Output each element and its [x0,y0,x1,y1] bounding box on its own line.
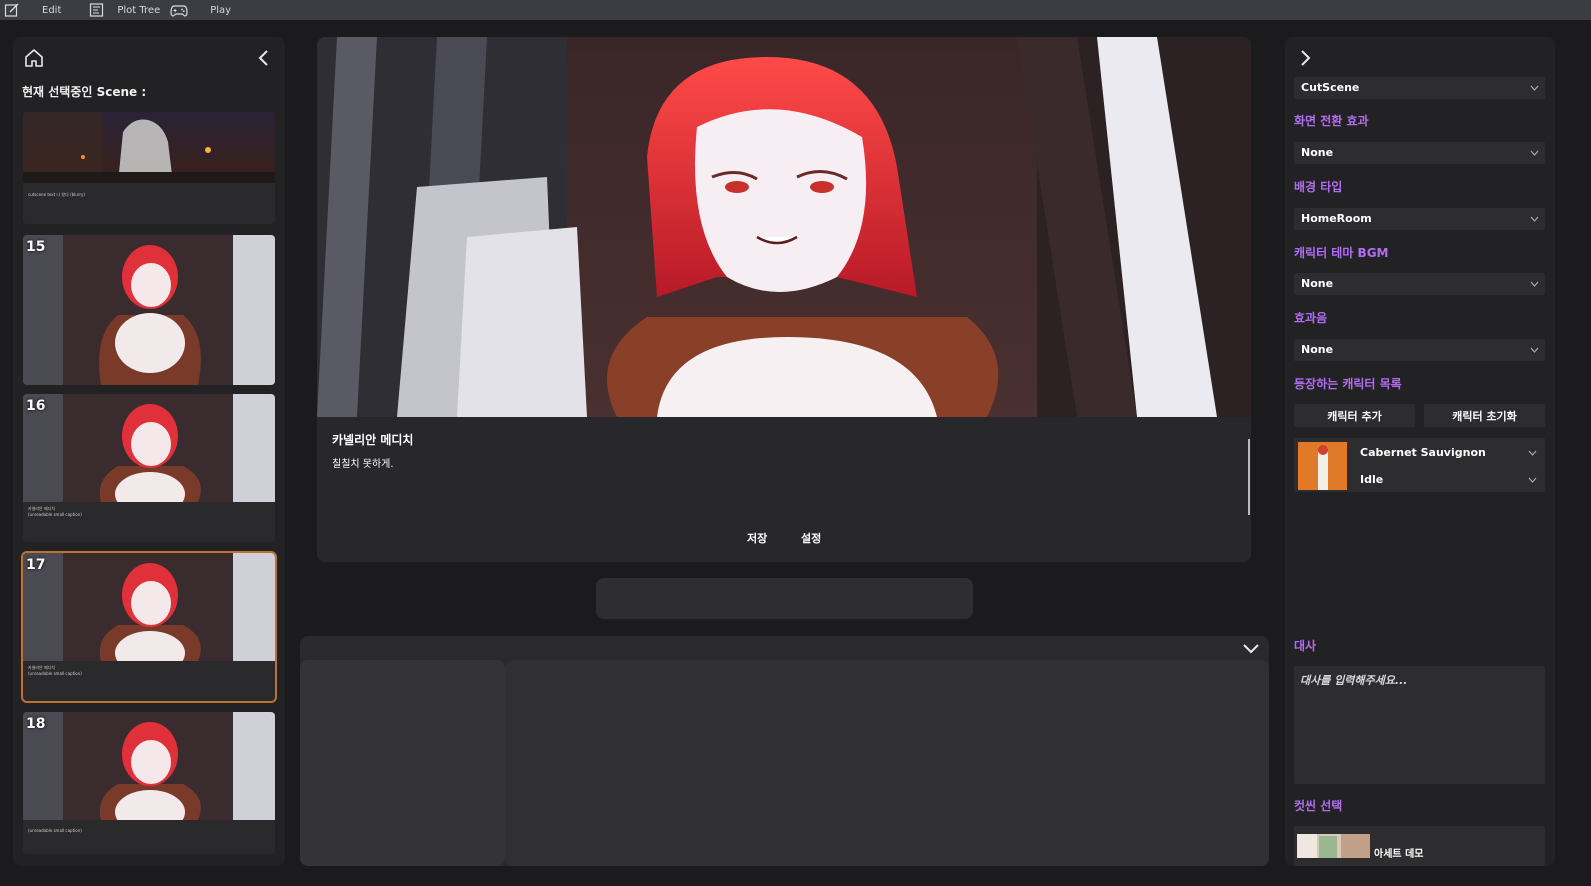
bgm-label: 캐릭터 테마 BGM [1294,246,1389,260]
menu-plot-tree[interactable]: Plot Tree [85,0,160,20]
scene-thumbnail [23,394,275,502]
menu-plot-tree-label: Plot Tree [117,4,161,16]
transition-value: None [1301,146,1334,159]
chevron-down-icon[interactable] [1528,450,1537,456]
scene-caption: 카넬리안 메디치 (unreadable small caption) [28,665,82,676]
scene-thumbnail [23,712,275,820]
gamepad-icon [170,5,188,17]
home-icon[interactable] [23,47,45,69]
scene-preview-image [317,37,1251,417]
background-type-value: HomeRoom [1301,212,1372,225]
collapse-left-panel-icon[interactable] [255,47,273,69]
cutscene-name: 아세트 데모 [1374,849,1424,860]
scene-caption: cutscene text 나 왔다 (blurry) [28,192,85,197]
bottom-panel-content[interactable] [505,660,1269,866]
dialog-box: 카넬리안 메디치 칠칠치 못하게. 저장 설정 [317,417,1251,562]
menu-play[interactable]: Play [166,0,231,20]
save-button[interactable]: 저장 [747,530,767,546]
scene-card[interactable]: cutscene text 나 왔다 (blurry) [23,112,275,224]
dialog-line: 칠칠치 못하게. [332,459,394,470]
chevron-down-icon [1530,281,1539,287]
dialog-textarea[interactable] [1294,666,1545,784]
cutscene-selector[interactable]: 아세트 데모 [1294,826,1545,866]
character-item[interactable]: Cabernet Sauvignon Idle [1294,438,1545,492]
sfx-label: 효과음 [1294,311,1328,325]
scene-thumbnail [23,235,275,385]
scene-number: 18 [26,716,46,732]
background-type-label: 배경 타입 [1294,180,1343,194]
scene-thumbnail [23,112,275,183]
scene-thumbnail [23,553,275,661]
inspector-panel: CutScene 화면 전환 효과 None 배경 타입 HomeRoom 캐릭… [1285,37,1555,866]
chevron-down-icon [1530,85,1539,91]
scene-card-selected[interactable]: 17 카넬리안 메디치 (unreadable small caption) [21,551,277,703]
bottom-panel [300,636,1269,866]
character-name: Cabernet Sauvignon [1360,446,1486,459]
character-state: Idle [1360,473,1384,486]
scene-card[interactable]: 18 (unreadable small caption) [23,712,275,854]
speaker-name: 카넬리안 메디치 [332,433,414,447]
scene-caption: (unreadable small caption) [28,828,82,833]
bgm-select[interactable]: None [1294,273,1545,295]
cutscene-select-label: 컷씬 선택 [1294,799,1343,813]
chevron-down-icon [1530,216,1539,222]
transition-label: 화면 전환 효과 [1294,114,1369,128]
settings-button[interactable]: 설정 [801,530,821,546]
chevron-down-icon [1530,150,1539,156]
chevron-down-icon [1530,347,1539,353]
scene-type-value: CutScene [1301,81,1360,94]
scene-list-panel: 현재 선택중인 Scene : cutscene text 나 왔다 (blur… [13,37,285,866]
chevron-down-icon[interactable] [1241,641,1261,655]
dialog-scrollbar[interactable] [1248,439,1250,515]
scene-number: 17 [26,557,46,573]
menu-play-label: Play [210,4,232,16]
sfx-select[interactable]: None [1294,339,1545,361]
transition-select[interactable]: None [1294,142,1545,164]
background-type-select[interactable]: HomeRoom [1294,208,1545,230]
sfx-value: None [1301,343,1334,356]
scene-card[interactable]: 16 카넬리안 메디치 (unreadable small caption) [23,394,275,542]
reset-characters-button[interactable]: 캐릭터 초기화 [1424,404,1545,427]
collapse-right-panel-icon[interactable] [1297,47,1313,69]
current-scene-label: 현재 선택중인 Scene : [22,85,147,99]
scene-preview: 카넬리안 메디치 칠칠치 못하게. 저장 설정 [317,37,1251,562]
character-list-label: 등장하는 캐릭터 목록 [1294,377,1402,391]
character-avatar [1298,442,1347,490]
edit-note-icon [4,3,19,17]
menu-edit-label: Edit [42,4,62,16]
menu-bar: Edit Plot Tree Play [0,0,1591,20]
scene-type-select[interactable]: CutScene [1294,77,1545,99]
plot-tree-icon [90,3,104,17]
scene-number: 15 [26,239,46,255]
dialog-label: 대사 [1294,639,1317,653]
scene-caption: 카넬리안 메디치 (unreadable small caption) [28,506,82,517]
add-character-button[interactable]: 캐릭터 추가 [1294,404,1415,427]
scene-number: 16 [26,398,46,414]
preview-controls-bar[interactable] [596,578,973,619]
bottom-panel-list[interactable] [300,660,505,866]
bgm-value: None [1301,277,1334,290]
chevron-down-icon[interactable] [1528,477,1537,483]
menu-edit[interactable]: Edit [0,0,61,20]
scene-card[interactable]: 15 [23,235,275,385]
cutscene-thumbnail [1297,834,1370,858]
